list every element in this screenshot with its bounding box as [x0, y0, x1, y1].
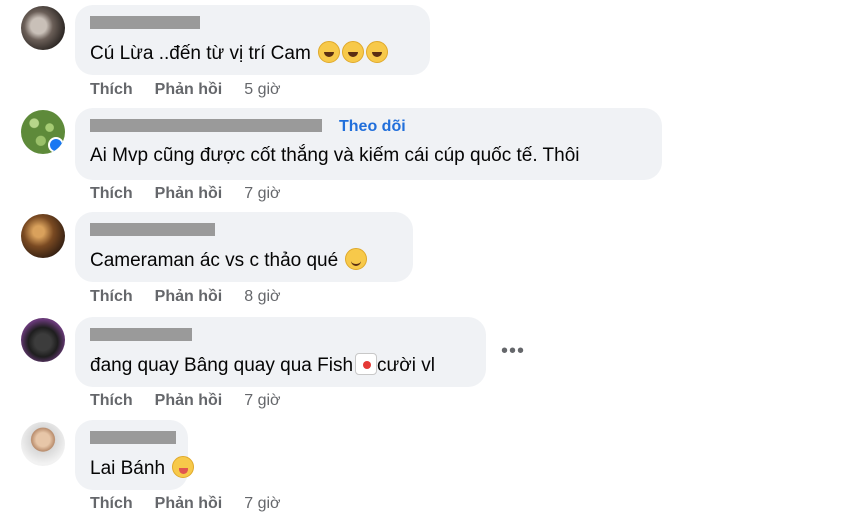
comment-time[interactable]: 7 giờ: [244, 185, 280, 202]
rolling-laugh-emoji-icon: [318, 41, 341, 63]
avatar[interactable]: [21, 214, 65, 258]
comment-actions: Thích Phản hồi 5 giờ: [90, 81, 303, 99]
commenter-name-redacted[interactable]: [90, 431, 176, 444]
reply-link[interactable]: Phản hồi: [155, 288, 223, 305]
online-badge-icon: [48, 137, 64, 153]
avatar-image: [21, 6, 65, 50]
comment-bubble: Lai Bánh: [75, 420, 195, 490]
comment-text-content: cười vl: [377, 355, 435, 376]
reply-link[interactable]: Phản hồi: [155, 495, 223, 512]
comment-text: Cú Lừa ..đến từ vị trí Cam: [90, 41, 389, 65]
reply-link[interactable]: Phản hồi: [155, 81, 223, 98]
comment-text-content: đang quay Bâng quay qua Fish: [90, 355, 354, 376]
comment-actions: Thích Phản hồi 8 giờ: [90, 288, 303, 306]
like-link[interactable]: Thích: [90, 288, 133, 305]
comment-text: Lai Bánh: [90, 456, 195, 480]
commenter-name-redacted[interactable]: [90, 223, 215, 236]
comment-text-content: Cameraman ác vs c thảo qué: [90, 250, 339, 271]
comment-time[interactable]: 7 giờ: [244, 392, 280, 409]
like-link[interactable]: Thích: [90, 495, 133, 512]
comment-bubble: Theo dõi Ai Mvp cũng được cốt thắng và k…: [75, 108, 662, 180]
comment-bubble: đang quay Bâng quay qua Fish cười vl: [75, 317, 486, 387]
rolling-laugh-emoji-icon: [366, 41, 389, 63]
comment-text: Cameraman ác vs c thảo qué: [90, 248, 368, 272]
squinting-tongue-emoji-icon: [172, 456, 195, 478]
follow-link[interactable]: Theo dõi: [339, 118, 406, 136]
comment-actions: Thích Phản hồi 7 giờ: [90, 185, 303, 203]
comment-text: Ai Mvp cũng được cốt thắng và kiếm cái c…: [90, 145, 580, 166]
avatar[interactable]: [21, 422, 65, 466]
rolling-laugh-emoji-icon: [342, 41, 365, 63]
clown-emoji-icon: [355, 353, 378, 375]
comment-bubble: Cú Lừa ..đến từ vị trí Cam: [75, 5, 430, 75]
avatar[interactable]: [21, 110, 65, 154]
avatar-image: [21, 422, 65, 466]
commenter-name-redacted[interactable]: [90, 328, 192, 341]
comment-time[interactable]: 5 giờ: [244, 81, 280, 98]
avatar[interactable]: [21, 6, 65, 50]
comment-actions: Thích Phản hồi 7 giờ: [90, 392, 303, 410]
like-link[interactable]: Thích: [90, 81, 133, 98]
more-options-icon[interactable]: •••: [500, 341, 526, 361]
avatar-image: [21, 318, 65, 362]
avatar-image: [21, 214, 65, 258]
comment-text-content: Cú Lừa ..đến từ vị trí Cam: [90, 43, 311, 64]
like-link[interactable]: Thích: [90, 392, 133, 409]
comment-text-content: Lai Bánh: [90, 458, 166, 479]
comment-bubble: Cameraman ác vs c thảo qué: [75, 212, 413, 282]
comment-time[interactable]: 8 giờ: [244, 288, 280, 305]
reply-link[interactable]: Phản hồi: [155, 185, 223, 202]
grinning-sweat-emoji-icon: [345, 248, 368, 270]
comment-actions: Thích Phản hồi 7 giờ: [90, 495, 303, 513]
commenter-name-redacted[interactable]: [90, 119, 322, 132]
commenter-name-redacted[interactable]: [90, 16, 200, 29]
reply-link[interactable]: Phản hồi: [155, 392, 223, 409]
like-link[interactable]: Thích: [90, 185, 133, 202]
comment-time[interactable]: 7 giờ: [244, 495, 280, 512]
comment-text: đang quay Bâng quay qua Fish cười vl: [90, 353, 435, 377]
avatar[interactable]: [21, 318, 65, 362]
